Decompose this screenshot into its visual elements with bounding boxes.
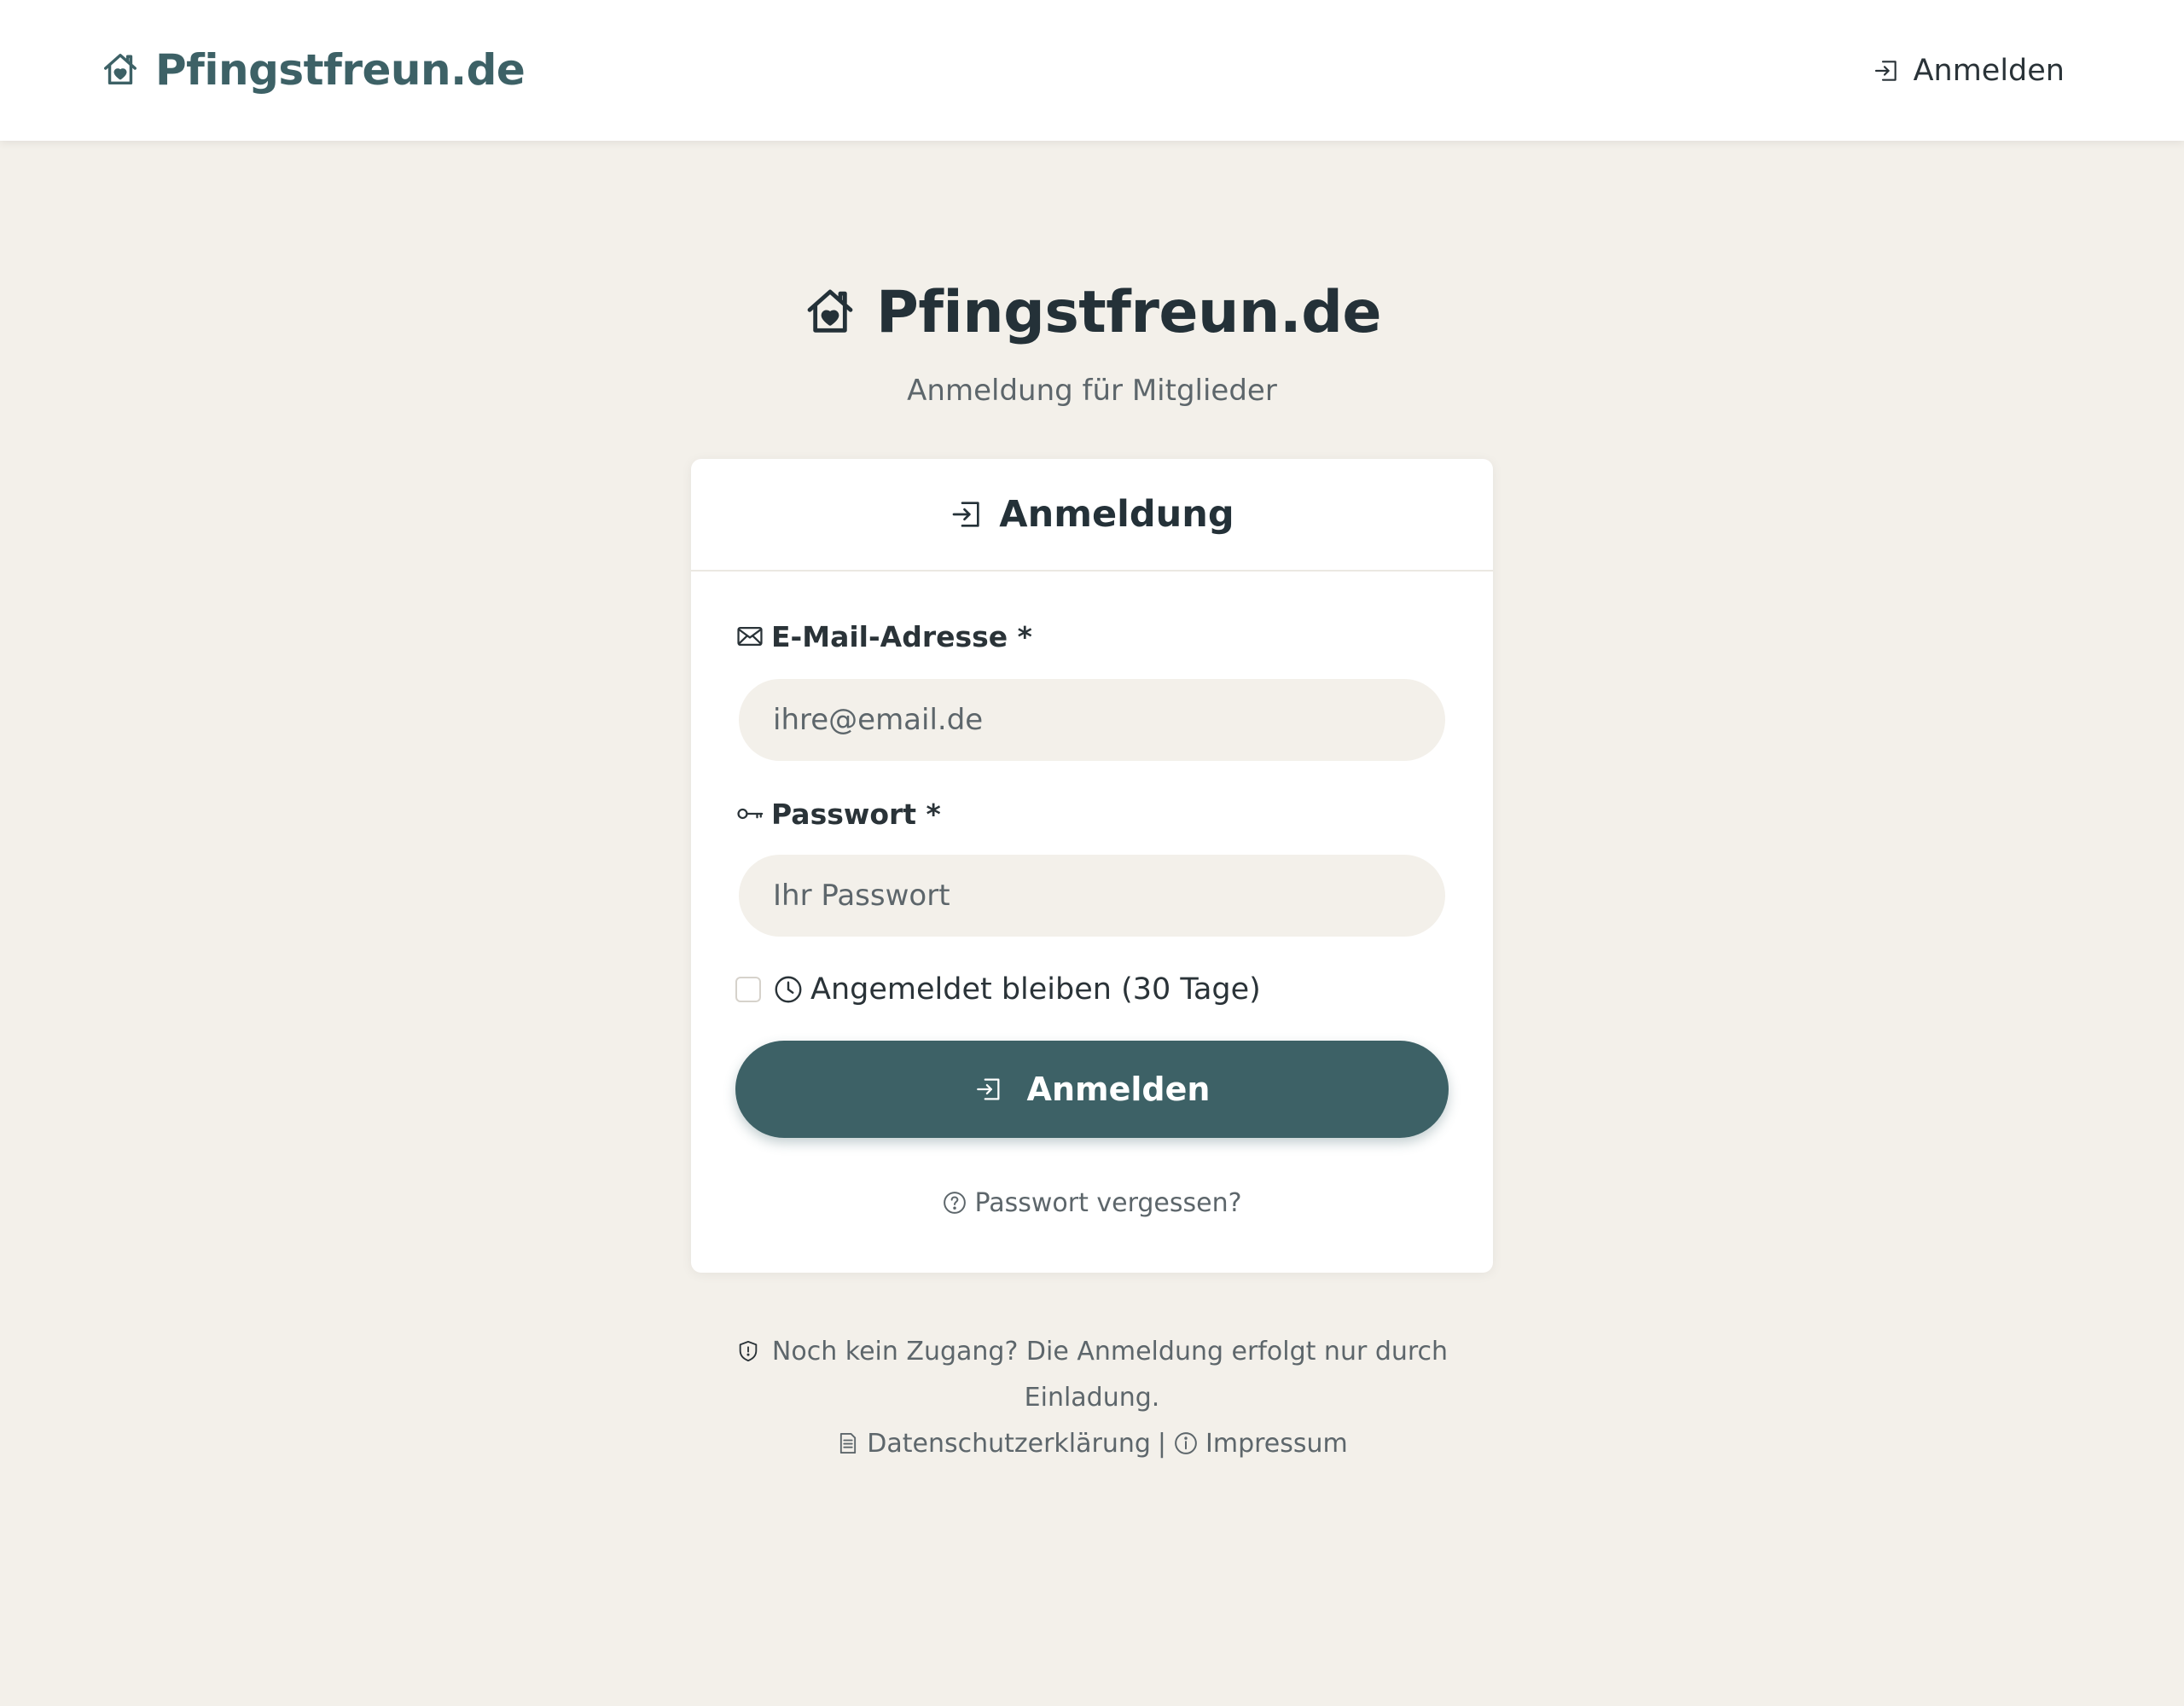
page-title: Pfingstfreun.de [0,271,2184,353]
invitation-note: Noch kein Zugang? Die Anmeldung erfolgt … [734,1329,1450,1421]
remember-checkbox[interactable] [735,977,761,1002]
email-label-text: E-Mail-Adresse * [771,619,1032,653]
card-header: Anmeldung [691,459,1493,572]
clock-icon [773,974,804,1005]
login-submit-label: Anmelden [1026,1071,1211,1108]
login-submit-button[interactable]: Anmelden [735,1041,1449,1138]
imprint-link-label: Impressum [1205,1428,1348,1459]
page-subtitle: Anmeldung für Mitglieder [907,374,1277,408]
brand-name: Pfingstfreun.de [155,45,526,95]
email-label: E-Mail-Adresse * [735,618,1032,655]
password-field[interactable] [739,855,1445,937]
envelope-icon [735,622,764,651]
card-title: Anmeldung [999,493,1234,536]
nav-login-link[interactable]: Anmelden [1873,49,2065,92]
login-icon [974,1075,1003,1104]
shield-icon [736,1339,760,1363]
footer-links: Datenschutzerklärung | Impressum [0,1425,2184,1462]
privacy-link-label: Datenschutzerklärung [867,1428,1151,1459]
page-title-text: Pfingstfreun.de [876,278,1381,346]
remember-label-text: Angemeldet bleiben (30 Tage) [810,972,1261,1007]
forgot-password-label: Passwort vergessen? [974,1187,1242,1218]
forgot-password-link[interactable]: Passwort vergessen? [691,1186,1493,1220]
top-navbar: Pfingstfreun.de Anmelden [0,0,2184,141]
login-icon [1873,57,1900,84]
footer-separator: | [1157,1428,1167,1459]
privacy-link[interactable]: Datenschutzerklärung [836,1429,1151,1459]
login-icon [950,497,984,531]
imprint-link[interactable]: Impressum [1173,1429,1348,1459]
nav-login-label: Anmelden [1913,54,2065,88]
password-label-text: Passwort * [771,797,941,831]
email-field[interactable] [739,679,1445,761]
document-icon [836,1431,860,1455]
info-circle-icon [1173,1430,1199,1456]
key-icon [735,799,764,828]
remember-label[interactable]: Angemeldet bleiben (30 Tage) [773,972,1261,1007]
invitation-note-text: Noch kein Zugang? Die Anmeldung erfolgt … [771,1337,1449,1413]
password-label: Passwort * [735,795,941,833]
login-card: Anmeldung E-Mail-Adresse * Passwort * [691,459,1493,1273]
question-circle-icon [942,1190,967,1216]
brand-link[interactable]: Pfingstfreun.de [101,43,526,97]
remember-me: Angemeldet bleiben (30 Tage) [735,971,1261,1008]
house-heart-icon [803,285,857,339]
house-heart-icon [101,50,140,90]
